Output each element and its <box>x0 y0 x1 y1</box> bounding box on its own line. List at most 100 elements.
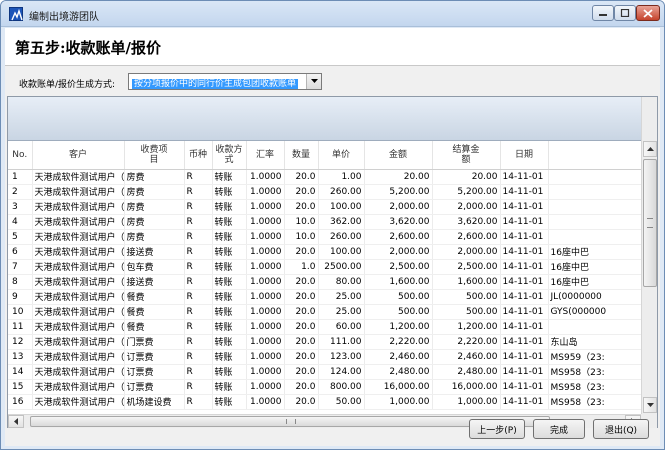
table-row[interactable]: 15天港成软件测试用户（订阅者订票费R转账1.000020.0800.0016,… <box>8 379 641 395</box>
column-header[interactable]: 金额 <box>364 141 433 170</box>
table-cell: 16座中巴 <box>548 259 641 275</box>
table-cell: 2,000.00 <box>364 199 433 215</box>
table-row[interactable]: 16天港成软件测试用户（订阅者机场建设费R转账1.000020.050.001,… <box>8 394 641 410</box>
column-header-label: 收款方式 <box>215 144 243 165</box>
table-cell: 362.00 <box>318 214 365 230</box>
table-cell: 10 <box>8 304 33 320</box>
table-row[interactable]: 7天港成软件测试用户（订阅者包车费R转账1.00001.02500.002,50… <box>8 259 641 275</box>
column-header[interactable] <box>548 141 641 170</box>
column-header-label: 收费项目 <box>140 144 168 165</box>
table-cell: 天港成软件测试用户（订阅者 <box>32 169 125 185</box>
maximize-button[interactable] <box>614 5 636 21</box>
column-header[interactable]: 结算金额 <box>432 141 501 170</box>
table-row[interactable]: 6天港成软件测试用户（订阅者接送费R转账1.000020.0100.002,00… <box>8 244 641 260</box>
column-header[interactable]: 币种 <box>184 141 213 170</box>
table-cell: 80.00 <box>318 274 365 290</box>
table-cell: 15 <box>8 379 33 395</box>
column-header[interactable]: 数量 <box>284 141 319 170</box>
table-cell: 2,220.00 <box>432 334 501 350</box>
prev-step-button[interactable]: 上一步(P) <box>469 419 525 439</box>
dropdown-arrow-icon[interactable] <box>306 74 321 89</box>
scroll-down-button[interactable] <box>643 397 657 413</box>
table-cell: 14-11-01 <box>500 184 549 200</box>
table-row[interactable]: 12天港成软件测试用户（订阅者门票费R转账1.000020.0111.002,2… <box>8 334 641 350</box>
table-cell: 20.0 <box>284 349 319 365</box>
table-cell: 20.00 <box>432 169 501 185</box>
table-row[interactable]: 9天港成软件测试用户（订阅者餐费R转账1.000020.025.00500.00… <box>8 289 641 305</box>
table-cell: 1,000.00 <box>364 394 433 410</box>
table-row[interactable]: 1天港成软件测试用户（订阅者房费R转账1.000020.01.0020.0020… <box>8 169 641 185</box>
table-cell: 天港成软件测试用户（订阅者 <box>32 394 125 410</box>
table-row[interactable]: 13天港成软件测试用户（订阅者订票费R转账1.000020.0123.002,4… <box>8 349 641 365</box>
grid-viewport: No. 客户 收费项目 币种 收款方式 汇率 数量 单价 金额 结算金额 日期 1 天港成软件测试用户… <box>8 141 641 414</box>
table-row[interactable]: 3天港成软件测试用户（订阅者房费R转账1.000020.0100.002,000… <box>8 199 641 215</box>
table-header-row: No. 客户 收费项目 币种 收款方式 汇率 数量 单价 金额 结算金额 日期 <box>8 141 641 170</box>
table-row[interactable]: 14天港成软件测试用户（订阅者订票费R转账1.000020.0124.002,4… <box>8 364 641 380</box>
scroll-up-button[interactable] <box>643 141 657 157</box>
table-cell: 转账 <box>212 214 247 230</box>
table-cell: 房费 <box>124 184 185 200</box>
column-header[interactable]: 汇率 <box>246 141 285 170</box>
column-header[interactable]: 日期 <box>500 141 549 170</box>
table-cell <box>548 169 641 185</box>
column-header-label: 币种 <box>188 149 207 160</box>
table-cell: 20.0 <box>284 334 319 350</box>
table-cell: 转账 <box>212 334 247 350</box>
table-cell: 房费 <box>124 214 185 230</box>
column-header[interactable]: 客户 <box>32 141 125 170</box>
minimize-button[interactable] <box>592 5 614 21</box>
table-cell: 转账 <box>212 289 247 305</box>
table-cell: 2,480.00 <box>364 364 433 380</box>
table-row[interactable]: 10天港成软件测试用户（订阅者餐费R转账1.000020.025.00500.0… <box>8 304 641 320</box>
table-cell: 14 <box>8 364 33 380</box>
vertical-scrollbar[interactable] <box>641 97 657 414</box>
mode-select[interactable]: 按分项报价中的同行价生成包团收款账单 <box>128 73 322 90</box>
table-cell: 14-11-01 <box>500 379 549 395</box>
table-cell: MS958（23: <box>548 379 641 395</box>
table-cell: 接送费 <box>124 274 185 290</box>
table-cell: 1.0000 <box>246 214 285 230</box>
close-button[interactable] <box>636 5 660 21</box>
table-row[interactable]: 2天港成软件测试用户（订阅者房费R转账1.000020.0260.005,200… <box>8 184 641 200</box>
table-cell: 111.00 <box>318 334 365 350</box>
table-row[interactable]: 8天港成软件测试用户（订阅者接送费R转账1.000020.080.001,600… <box>8 274 641 290</box>
table-cell: 123.00 <box>318 349 365 365</box>
table-cell: 14-11-01 <box>500 199 549 215</box>
table-cell: 东山岛 <box>548 334 641 350</box>
table-cell: 天港成软件测试用户（订阅者 <box>32 289 125 305</box>
table-cell: 餐费 <box>124 289 185 305</box>
table-cell <box>548 199 641 215</box>
table-cell: 12 <box>8 334 33 350</box>
table-cell: 10.0 <box>284 214 319 230</box>
table-cell: 1.0000 <box>246 364 285 380</box>
table-cell: 转账 <box>212 319 247 335</box>
table-cell: 天港成软件测试用户（订阅者 <box>32 304 125 320</box>
column-header-label: 金额 <box>388 149 407 160</box>
table-cell: 转账 <box>212 364 247 380</box>
table-cell: 5,200.00 <box>364 184 433 200</box>
scroll-left-button[interactable] <box>8 415 24 428</box>
table-cell: 16,000.00 <box>364 379 433 395</box>
column-header[interactable]: No. <box>8 141 33 170</box>
column-header[interactable]: 收款方式 <box>212 141 247 170</box>
finish-button[interactable]: 完成 <box>533 419 585 439</box>
column-header[interactable]: 收费项目 <box>124 141 185 170</box>
app-window: 编制出境游团队 第五步:收款账单/报价 收款账单/报价生成方式: 按分项报价中的… <box>0 0 665 450</box>
table-cell: 机场建设费 <box>124 394 185 410</box>
table-row[interactable]: 5天港成软件测试用户（订阅者房费R转账1.000010.0260.002,600… <box>8 229 641 245</box>
table-cell: 100.00 <box>318 244 365 260</box>
table-cell: 16,000.00 <box>432 379 501 395</box>
column-header[interactable]: 单价 <box>318 141 365 170</box>
table-row[interactable]: 4天港成软件测试用户（订阅者房费R转账1.000010.0362.003,620… <box>8 214 641 230</box>
table-row[interactable]: 11天港成软件测试用户（订阅者餐费R转账1.000020.060.001,200… <box>8 319 641 335</box>
vertical-scroll-thumb[interactable] <box>643 159 657 287</box>
table-cell: R <box>184 214 213 230</box>
table-cell: R <box>184 379 213 395</box>
table-cell: 1.0000 <box>246 274 285 290</box>
table-cell <box>548 319 641 335</box>
exit-button[interactable]: 退出(Q) <box>593 419 649 439</box>
billing-table: No. 客户 收费项目 币种 收款方式 汇率 数量 单价 金额 结算金额 日期 1 天港成软件测试用户… <box>8 141 641 410</box>
table-cell: 14-11-01 <box>500 364 549 380</box>
title-bar[interactable]: 编制出境游团队 <box>1 1 664 27</box>
table-cell: 1,200.00 <box>432 319 501 335</box>
